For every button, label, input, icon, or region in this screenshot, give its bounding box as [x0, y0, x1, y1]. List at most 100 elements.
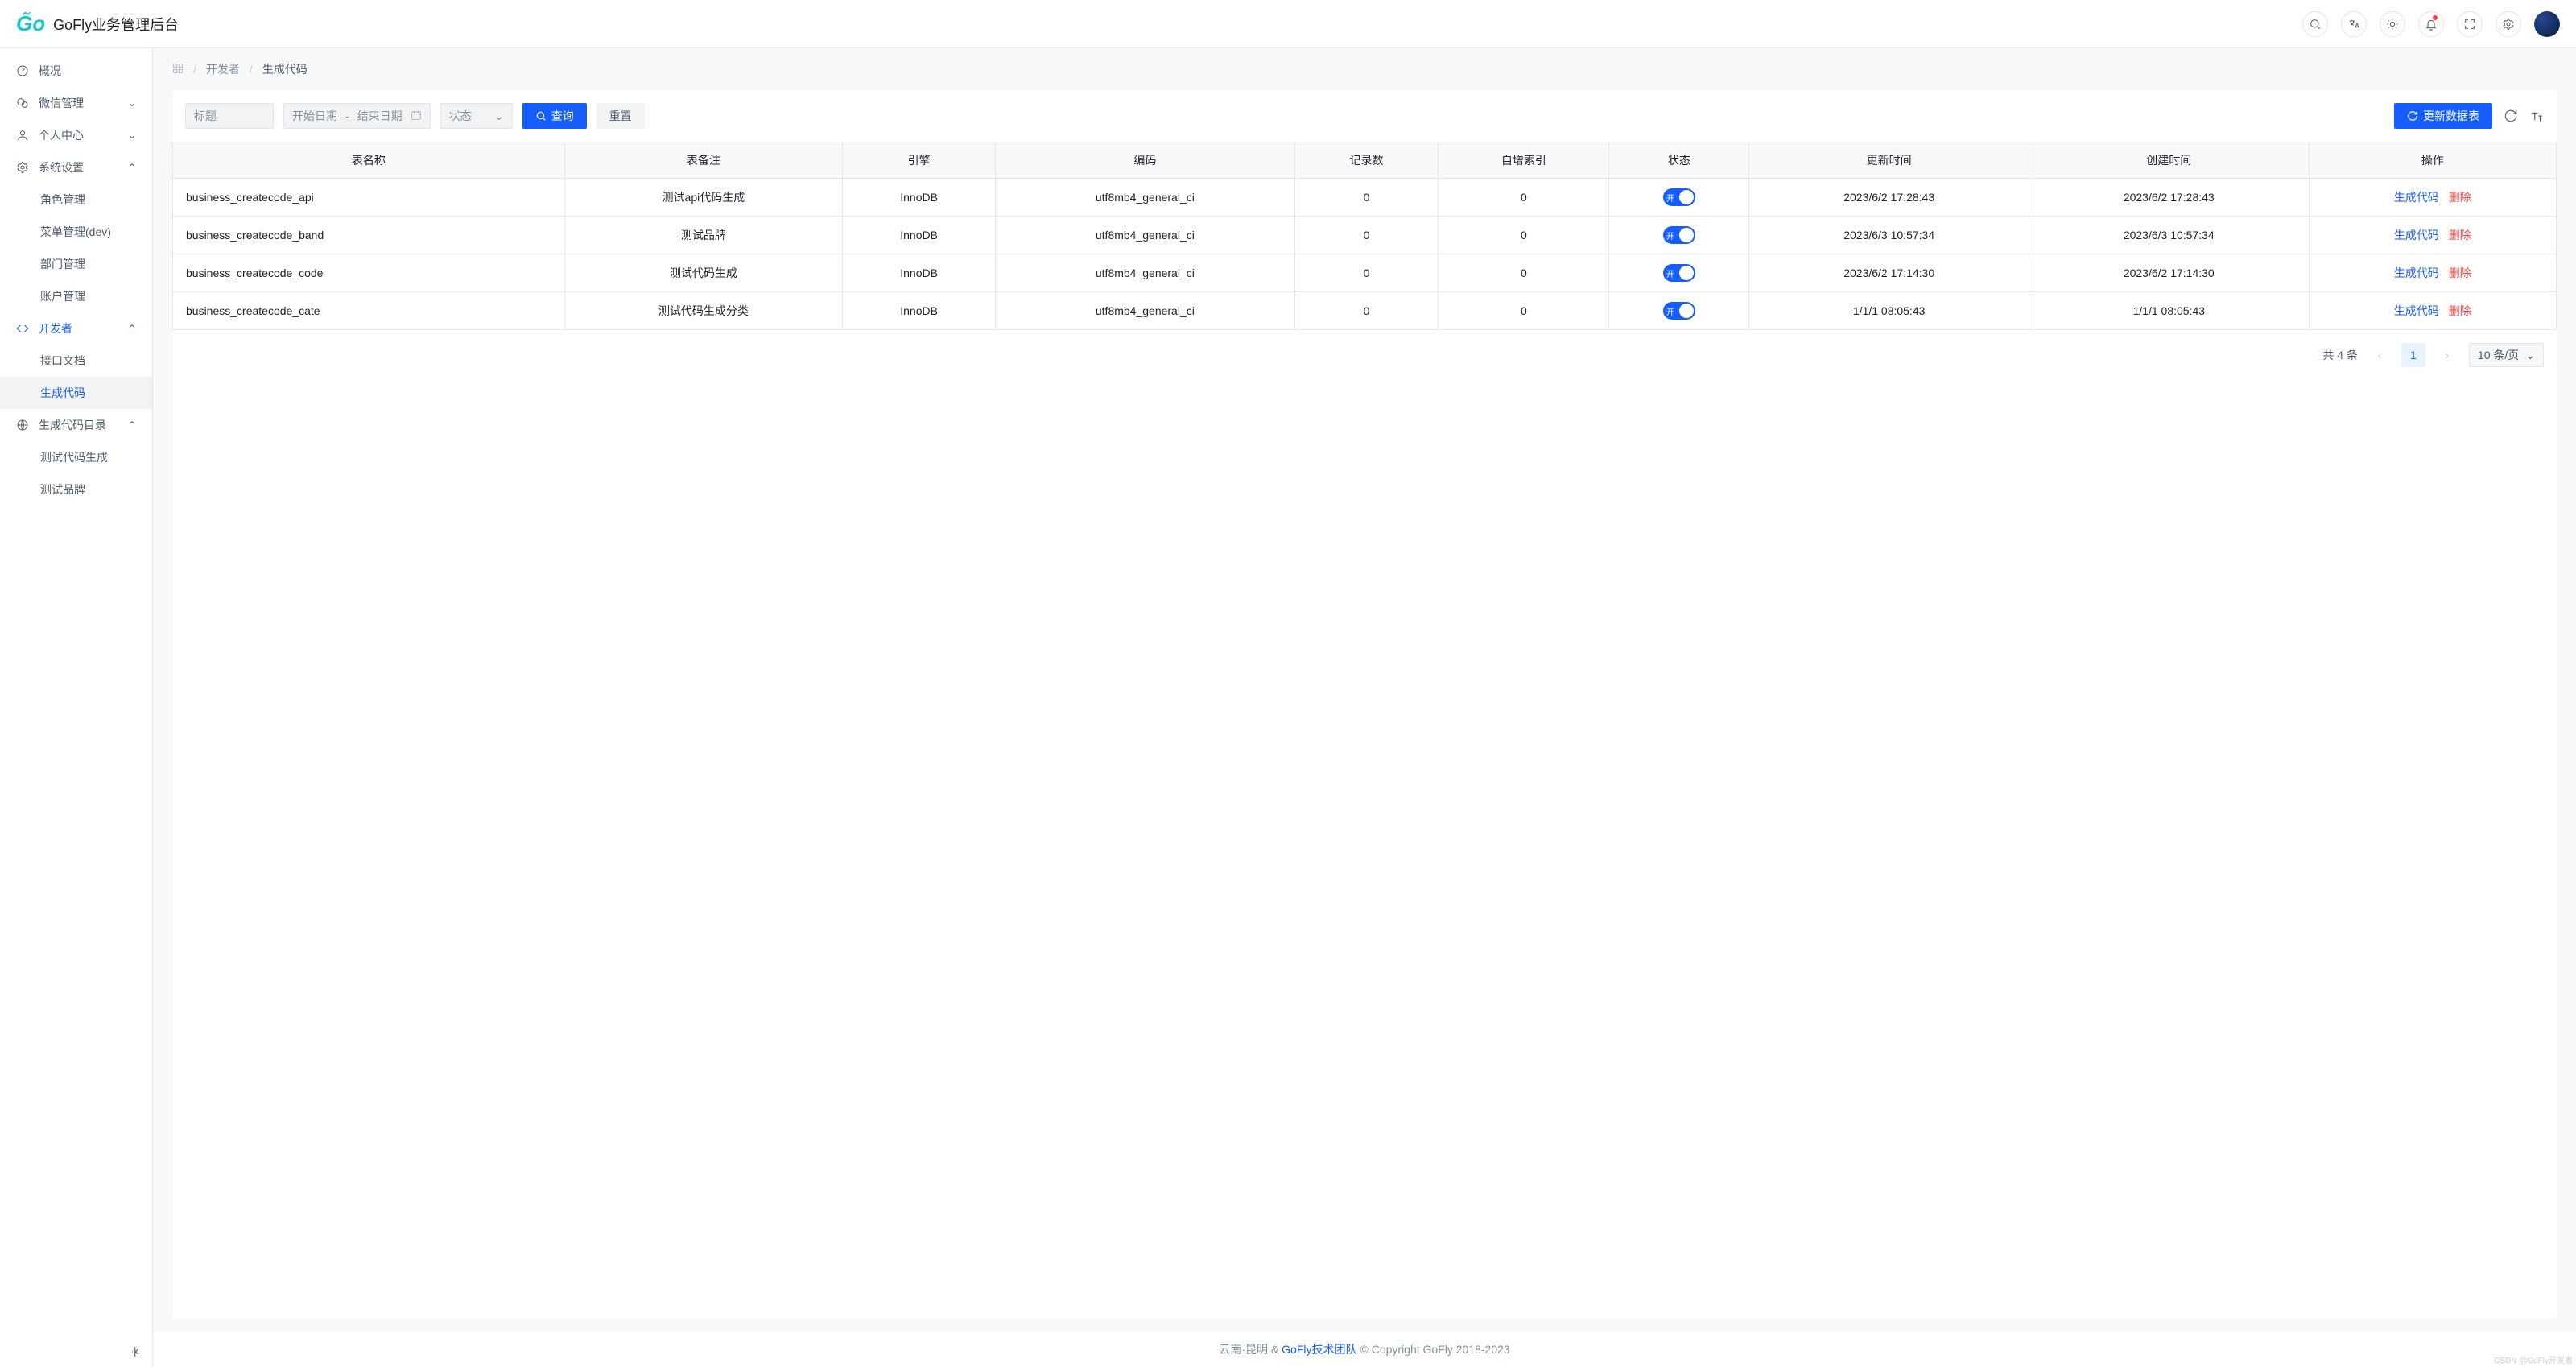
dashboard-icon: [16, 64, 29, 77]
query-button[interactable]: 查询: [522, 103, 587, 129]
cell-created: 2023/6/2 17:14:30: [2029, 254, 2309, 292]
cell-records: 0: [1294, 254, 1439, 292]
status-toggle[interactable]: 开: [1663, 188, 1695, 206]
sidebar-subitem-label: 账户管理: [40, 288, 85, 304]
date-range-input[interactable]: 开始日期 - 结束日期: [283, 103, 431, 129]
cell-name: business_createcode_code: [173, 254, 565, 292]
sidebar-subitem[interactable]: 接口文档: [0, 345, 152, 377]
sidebar-subitem-label: 角色管理: [40, 192, 85, 208]
generate-code-link[interactable]: 生成代码: [2394, 303, 2439, 319]
calendar-icon: [411, 109, 422, 123]
sidebar-subitem-label: 菜单管理(dev): [40, 224, 111, 240]
sidebar-subitem[interactable]: 测试品牌: [0, 473, 152, 506]
status-select[interactable]: 状态 ⌄: [440, 103, 513, 129]
sidebar-subitem[interactable]: 角色管理: [0, 184, 152, 216]
table-header: 编码: [996, 142, 1295, 179]
chevron-up-icon: ⌃: [128, 419, 136, 431]
pagination-page-current[interactable]: 1: [2401, 343, 2425, 367]
sidebar-item[interactable]: 概况: [0, 55, 152, 87]
status-toggle[interactable]: 开: [1663, 264, 1695, 282]
app-title: GoFly业务管理后台: [53, 14, 179, 35]
theme-icon[interactable]: [2380, 11, 2405, 37]
cell-encoding: utf8mb4_general_ci: [996, 292, 1295, 330]
pagination-prev[interactable]: ‹: [2368, 343, 2392, 367]
status-toggle[interactable]: 开: [1663, 226, 1695, 244]
sidebar-item[interactable]: 微信管理⌄: [0, 87, 152, 119]
cell-created: 2023/6/3 10:57:34: [2029, 217, 2309, 254]
watermark: CSDN @GoFly开发者: [2494, 1353, 2573, 1365]
cell-comment: 测试品牌: [564, 217, 842, 254]
cell-records: 0: [1294, 292, 1439, 330]
fullscreen-icon[interactable]: [2457, 11, 2483, 37]
cell-autoinc: 0: [1439, 292, 1609, 330]
status-toggle[interactable]: 开: [1663, 302, 1695, 320]
table-row: business_createcode_code 测试代码生成 InnoDB u…: [173, 254, 2557, 292]
delete-link[interactable]: 删除: [2449, 265, 2471, 281]
collapse-sidebar-icon[interactable]: [130, 1344, 144, 1359]
footer-link[interactable]: GoFly技术团队: [1282, 1341, 1356, 1357]
font-size-icon[interactable]: [2529, 109, 2544, 123]
search-icon[interactable]: [2302, 11, 2328, 37]
sidebar-subitem-label: 部门管理: [40, 256, 85, 272]
sidebar-subitem[interactable]: 菜单管理(dev): [0, 216, 152, 248]
breadcrumb-item[interactable]: 开发者: [206, 61, 240, 77]
pagination-total: 共 4 条: [2322, 347, 2358, 363]
cell-encoding: utf8mb4_general_ci: [996, 254, 1295, 292]
generate-code-link[interactable]: 生成代码: [2394, 265, 2439, 281]
delete-link[interactable]: 删除: [2449, 303, 2471, 319]
table-row: business_createcode_cate 测试代码生成分类 InnoDB…: [173, 292, 2557, 330]
sidebar-item-label: 概况: [39, 63, 61, 79]
logo-icon: G̃o: [16, 11, 45, 36]
table-header: 创建时间: [2029, 142, 2309, 179]
settings-icon[interactable]: [2496, 11, 2521, 37]
cell-updated: 2023/6/2 17:14:30: [1749, 254, 2029, 292]
pagination: 共 4 条 ‹ 1 › 10 条/页 ⌄: [172, 330, 2557, 380]
chevron-down-icon: ⌄: [2525, 349, 2535, 362]
language-icon[interactable]: [2341, 11, 2367, 37]
sidebar-subitem[interactable]: 账户管理: [0, 280, 152, 312]
notification-icon[interactable]: [2418, 11, 2444, 37]
delete-link[interactable]: 删除: [2449, 189, 2471, 205]
sidebar-subitem[interactable]: 生成代码: [0, 377, 152, 409]
cell-comment: 测试api代码生成: [564, 179, 842, 217]
cell-autoinc: 0: [1439, 254, 1609, 292]
reload-icon[interactable]: [2504, 109, 2518, 123]
table-row: business_createcode_band 测试品牌 InnoDB utf…: [173, 217, 2557, 254]
title-input[interactable]: 标题: [185, 103, 274, 129]
toolbar: 标题 开始日期 - 结束日期 状态 ⌄ 查询 重置: [172, 90, 2557, 142]
sidebar-item[interactable]: 个人中心⌄: [0, 119, 152, 151]
pagination-size-select[interactable]: 10 条/页 ⌄: [2469, 343, 2544, 367]
refresh-table-button[interactable]: 更新数据表: [2394, 103, 2492, 129]
cell-created: 2023/6/2 17:28:43: [2029, 179, 2309, 217]
avatar[interactable]: [2534, 11, 2560, 37]
cell-encoding: utf8mb4_general_ci: [996, 179, 1295, 217]
lang-icon: [16, 419, 29, 432]
sidebar-subitem-label: 接口文档: [40, 353, 85, 369]
chevron-up-icon: ⌃: [128, 162, 136, 173]
sidebar-item[interactable]: 系统设置⌃: [0, 151, 152, 184]
cell-records: 0: [1294, 217, 1439, 254]
chevron-down-icon: ⌄: [128, 130, 136, 141]
delete-link[interactable]: 删除: [2449, 227, 2471, 243]
chevron-up-icon: ⌃: [128, 323, 136, 334]
chevron-down-icon: ⌄: [128, 97, 136, 109]
generate-code-link[interactable]: 生成代码: [2394, 189, 2439, 205]
breadcrumb-apps-icon[interactable]: [172, 63, 184, 76]
code-icon: [16, 322, 29, 335]
sidebar-item[interactable]: 生成代码目录⌃: [0, 409, 152, 441]
cell-autoinc: 0: [1439, 179, 1609, 217]
reset-button[interactable]: 重置: [597, 103, 645, 129]
generate-code-link[interactable]: 生成代码: [2394, 227, 2439, 243]
wechat-icon: [16, 97, 29, 109]
table-header: 状态: [1609, 142, 1749, 179]
chevron-down-icon: ⌄: [494, 109, 504, 123]
sidebar-subitem[interactable]: 部门管理: [0, 248, 152, 280]
table-header: 引擎: [843, 142, 996, 179]
cell-name: business_createcode_api: [173, 179, 565, 217]
sidebar-subitem[interactable]: 测试代码生成: [0, 441, 152, 473]
cell-updated: 2023/6/3 10:57:34: [1749, 217, 2029, 254]
cell-engine: InnoDB: [843, 254, 996, 292]
sidebar-item[interactable]: 开发者⌃: [0, 312, 152, 345]
pagination-next[interactable]: ›: [2435, 343, 2459, 367]
breadcrumb: / 开发者 / 生成代码: [153, 48, 2576, 90]
